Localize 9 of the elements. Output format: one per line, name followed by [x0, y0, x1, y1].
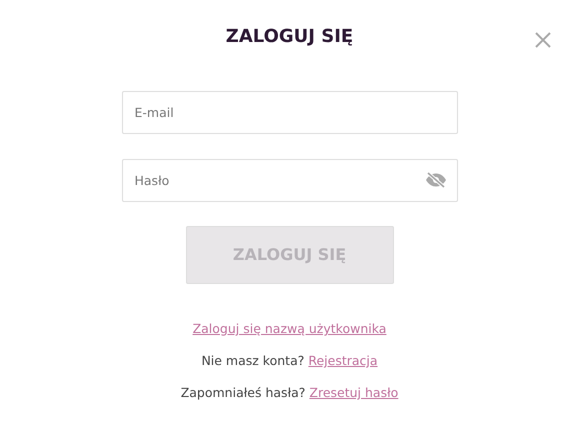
email-field[interactable]: E-mail: [122, 91, 458, 134]
eye-icon[interactable]: [424, 172, 446, 188]
prompt-text: Zapomniałeś hasła?: [180, 385, 306, 400]
link[interactable]: Zresetuj hasło: [309, 385, 398, 400]
link[interactable]: Rejestracja: [308, 353, 378, 368]
password-field[interactable]: Hasło: [122, 159, 458, 202]
link[interactable]: Zaloguj się nazwą użytkownika: [192, 321, 386, 336]
dialog-title: ZALOGUJ SIĘ: [224, 25, 354, 49]
prompt-text: Nie masz konta?: [201, 353, 304, 368]
